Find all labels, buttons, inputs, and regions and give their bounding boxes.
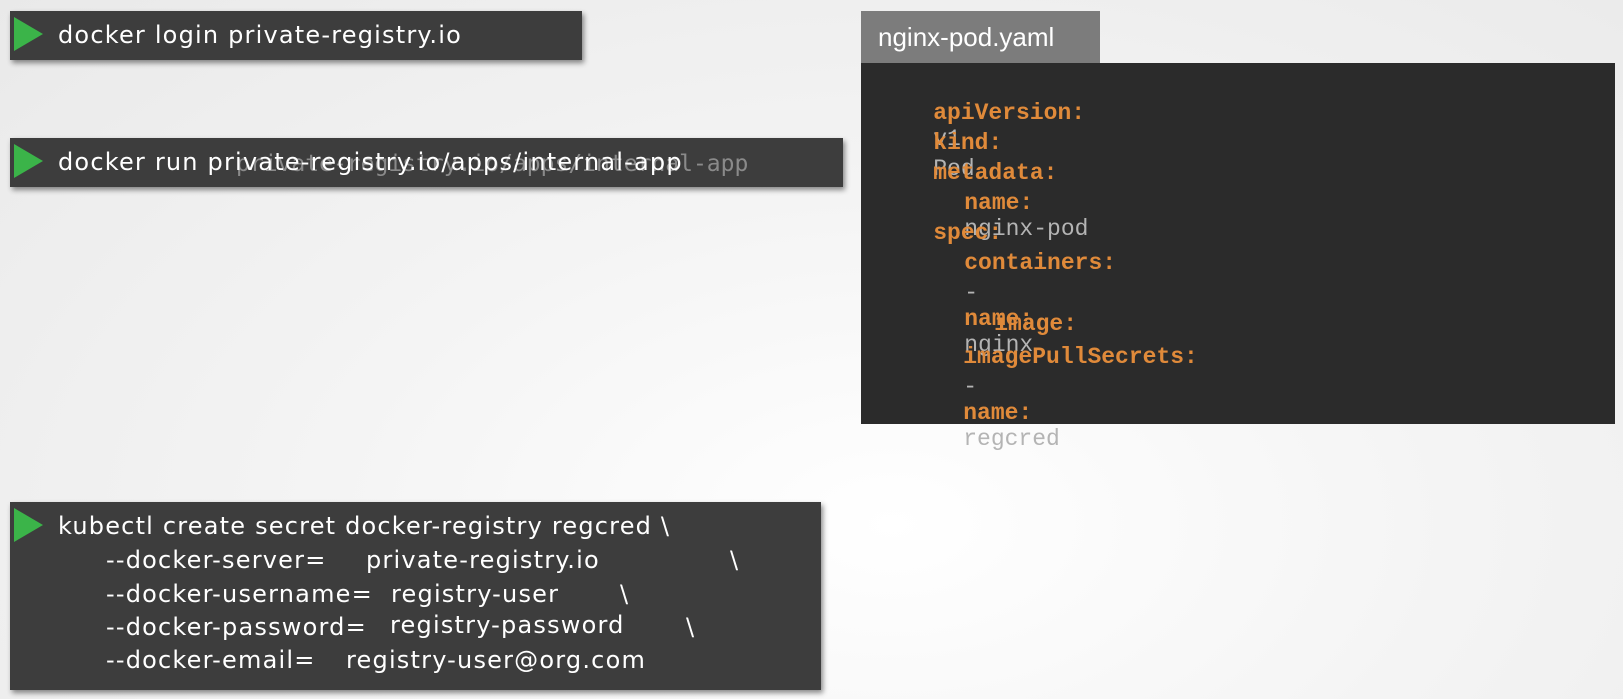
yaml-dash: - xyxy=(963,374,978,400)
line-continuation: \ xyxy=(620,580,630,608)
terminal-docker-run: private-registry.io/apps/internal-app do… xyxy=(10,138,843,187)
yaml-editor: apiVersion: v1 kind: Pod metadata: name:… xyxy=(861,63,1615,452)
docker-email-flag: --docker-email= xyxy=(106,646,316,674)
play-icon xyxy=(14,144,43,178)
terminal-kubectl-create-secret: kubectl create secret docker-registry re… xyxy=(10,502,821,690)
docker-run-command: docker run private-registry.io/apps/inte… xyxy=(58,148,683,176)
kubectl-command: kubectl create secret docker-registry re… xyxy=(58,512,671,540)
line-continuation: \ xyxy=(686,613,696,641)
play-icon xyxy=(14,17,43,51)
docker-login-command: docker login private-registry.io xyxy=(58,21,462,49)
docker-password-flag: --docker-password= xyxy=(106,613,367,641)
yaml-filename: nginx-pod.yaml xyxy=(878,22,1055,52)
docker-email-value: registry-user@org.com xyxy=(346,646,647,674)
terminal-docker-login: docker login private-registry.io xyxy=(10,11,582,60)
yaml-line: - name: regcred xyxy=(908,348,1060,478)
docker-server-value: private-registry.io xyxy=(366,546,600,574)
docker-username-value: registry-user xyxy=(391,580,560,608)
docker-password-value: registry-password xyxy=(390,611,625,639)
yaml-value: regcred xyxy=(963,426,1060,452)
play-icon xyxy=(14,508,43,542)
yaml-filename-tab[interactable]: nginx-pod.yaml xyxy=(861,11,1100,63)
docker-username-flag: --docker-username= xyxy=(106,580,373,608)
line-continuation: \ xyxy=(730,546,740,574)
yaml-key: name: xyxy=(963,400,1033,426)
docker-server-flag: --docker-server= xyxy=(106,546,327,574)
